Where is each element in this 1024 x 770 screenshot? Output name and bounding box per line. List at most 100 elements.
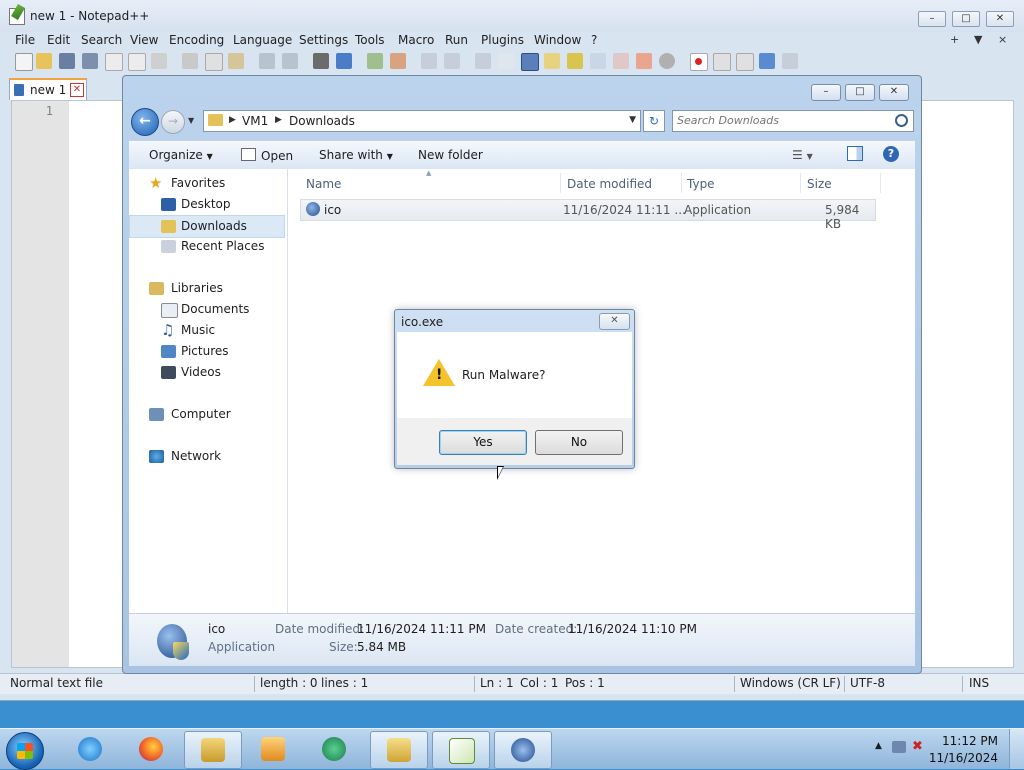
menu-search[interactable]: Search — [81, 33, 122, 47]
sync-vertical-icon[interactable] — [421, 53, 437, 69]
comment-icon[interactable] — [659, 53, 675, 69]
menu-view[interactable]: View — [130, 33, 158, 47]
tab-new-1[interactable]: new 1 ✕ — [9, 78, 87, 100]
taskbar-firefox[interactable] — [123, 731, 179, 767]
new-tab-button[interactable]: + — [950, 33, 959, 46]
column-separator[interactable] — [800, 173, 801, 193]
show-desktop-button[interactable] — [1009, 729, 1024, 769]
search-box[interactable] — [672, 110, 914, 132]
notepadpp-titlebar[interactable]: new 1 - Notepad++ – □ ✕ — [0, 0, 1024, 32]
menu-help[interactable]: ? — [591, 33, 597, 47]
back-button[interactable]: ← — [131, 108, 159, 136]
menu-file[interactable]: File — [15, 33, 35, 47]
nav-network[interactable]: Network — [129, 446, 285, 467]
explorer-close-button[interactable]: ✕ — [879, 84, 909, 101]
minimize-button[interactable]: – — [918, 11, 946, 27]
nav-documents[interactable]: Documents — [129, 299, 285, 320]
forward-button[interactable]: → — [161, 110, 185, 134]
undo-icon[interactable] — [259, 53, 275, 69]
save-macro-icon[interactable] — [782, 53, 798, 69]
column-name[interactable]: Name — [306, 177, 341, 191]
save-all-icon[interactable] — [82, 53, 98, 69]
doc-map-icon[interactable] — [567, 53, 583, 69]
address-bar[interactable]: ▶ VM1 ▶ Downloads ▼ — [203, 110, 641, 132]
clock-time[interactable]: 11:12 PM — [942, 734, 998, 748]
paste-icon[interactable] — [228, 53, 244, 69]
view-options-button[interactable]: ☰ ▼ — [792, 148, 813, 162]
refresh-button[interactable]: ↻ — [643, 110, 665, 132]
tab-list-button[interactable]: ▼ — [974, 33, 982, 46]
function-list-icon[interactable] — [590, 53, 606, 69]
monitoring-icon[interactable] — [636, 53, 652, 69]
nav-recent-places[interactable]: Recent Places — [129, 236, 285, 257]
explorer-minimize-button[interactable]: – — [811, 84, 841, 101]
close-tab-button[interactable]: × — [998, 33, 1007, 46]
taskbar-ico-app[interactable] — [494, 731, 552, 769]
menu-plugins[interactable]: Plugins — [481, 33, 524, 47]
zoom-in-icon[interactable] — [367, 53, 383, 69]
column-date-modified[interactable]: Date modified — [567, 177, 652, 191]
menu-settings[interactable]: Settings — [299, 33, 348, 47]
taskbar-notepadpp[interactable] — [432, 731, 490, 769]
breadcrumb-vm1[interactable]: VM1 — [242, 114, 268, 128]
search-input[interactable] — [677, 113, 887, 127]
recent-pages-dropdown[interactable]: ▼ — [188, 116, 194, 125]
breadcrumb-downloads[interactable]: Downloads — [289, 114, 355, 128]
breadcrumb-arrow[interactable]: ▶ — [275, 115, 282, 125]
organize-button[interactable]: Organize ▼ — [149, 148, 213, 162]
search-icon[interactable] — [895, 114, 908, 127]
user-lang-icon[interactable] — [544, 53, 560, 69]
menu-edit[interactable]: Edit — [47, 33, 70, 47]
network-tray-icon[interactable] — [892, 741, 906, 753]
help-icon[interactable]: ? — [883, 146, 899, 162]
column-separator[interactable] — [560, 173, 561, 193]
column-type[interactable]: Type — [687, 177, 715, 191]
print-icon[interactable] — [151, 53, 167, 69]
menu-tools[interactable]: Tools — [355, 33, 385, 47]
nav-downloads[interactable]: Downloads — [129, 215, 285, 238]
dialog-close-button[interactable]: ✕ — [599, 313, 630, 330]
yes-button[interactable]: Yes — [439, 430, 527, 455]
column-separator[interactable] — [681, 173, 682, 193]
new-folder-button[interactable]: New folder — [418, 148, 483, 162]
open-button[interactable]: Open — [241, 148, 293, 163]
explorer-maximize-button[interactable]: □ — [845, 84, 875, 101]
nav-computer[interactable]: Computer — [129, 404, 285, 425]
close-button[interactable]: ✕ — [986, 11, 1014, 27]
breadcrumb-arrow[interactable]: ▶ — [229, 115, 236, 125]
sync-horizontal-icon[interactable] — [444, 53, 460, 69]
address-dropdown[interactable]: ▼ — [629, 115, 636, 125]
show-all-chars-icon[interactable] — [498, 53, 514, 69]
nav-libraries[interactable]: Libraries — [129, 278, 285, 299]
taskbar-downloads-explorer[interactable] — [370, 731, 428, 769]
nav-music[interactable]: ♫ Music — [129, 320, 285, 341]
taskbar-media-player[interactable] — [245, 731, 301, 767]
find-icon[interactable] — [313, 53, 329, 69]
nav-pictures[interactable]: Pictures — [129, 341, 285, 362]
word-wrap-icon[interactable] — [475, 53, 491, 69]
zoom-out-icon[interactable] — [390, 53, 406, 69]
no-button[interactable]: No — [535, 430, 623, 455]
stop-macro-icon[interactable] — [713, 53, 731, 71]
cut-icon[interactable] — [182, 53, 198, 69]
taskbar-app-circle[interactable] — [306, 731, 362, 767]
menu-encoding[interactable]: Encoding — [169, 33, 224, 47]
replace-icon[interactable] — [336, 53, 352, 69]
menu-window[interactable]: Window — [534, 33, 581, 47]
play-macro-icon[interactable] — [736, 53, 754, 71]
indent-guide-icon[interactable] — [521, 53, 539, 71]
nav-videos[interactable]: Videos — [129, 362, 285, 383]
start-button[interactable] — [6, 732, 44, 770]
close-all-icon[interactable] — [128, 53, 146, 71]
nav-desktop[interactable]: Desktop — [129, 194, 285, 215]
clock-date[interactable]: 11/16/2024 — [929, 751, 998, 765]
redo-icon[interactable] — [282, 53, 298, 69]
preview-pane-icon[interactable] — [847, 146, 863, 161]
taskbar-internet-explorer[interactable] — [62, 731, 118, 767]
volume-muted-icon[interactable]: ✖ — [912, 740, 926, 754]
share-with-button[interactable]: Share with ▼ — [319, 148, 393, 162]
save-icon[interactable] — [59, 53, 75, 69]
menu-macro[interactable]: Macro — [398, 33, 434, 47]
tab-close-icon[interactable]: ✕ — [70, 83, 84, 97]
column-size[interactable]: Size — [807, 177, 832, 191]
